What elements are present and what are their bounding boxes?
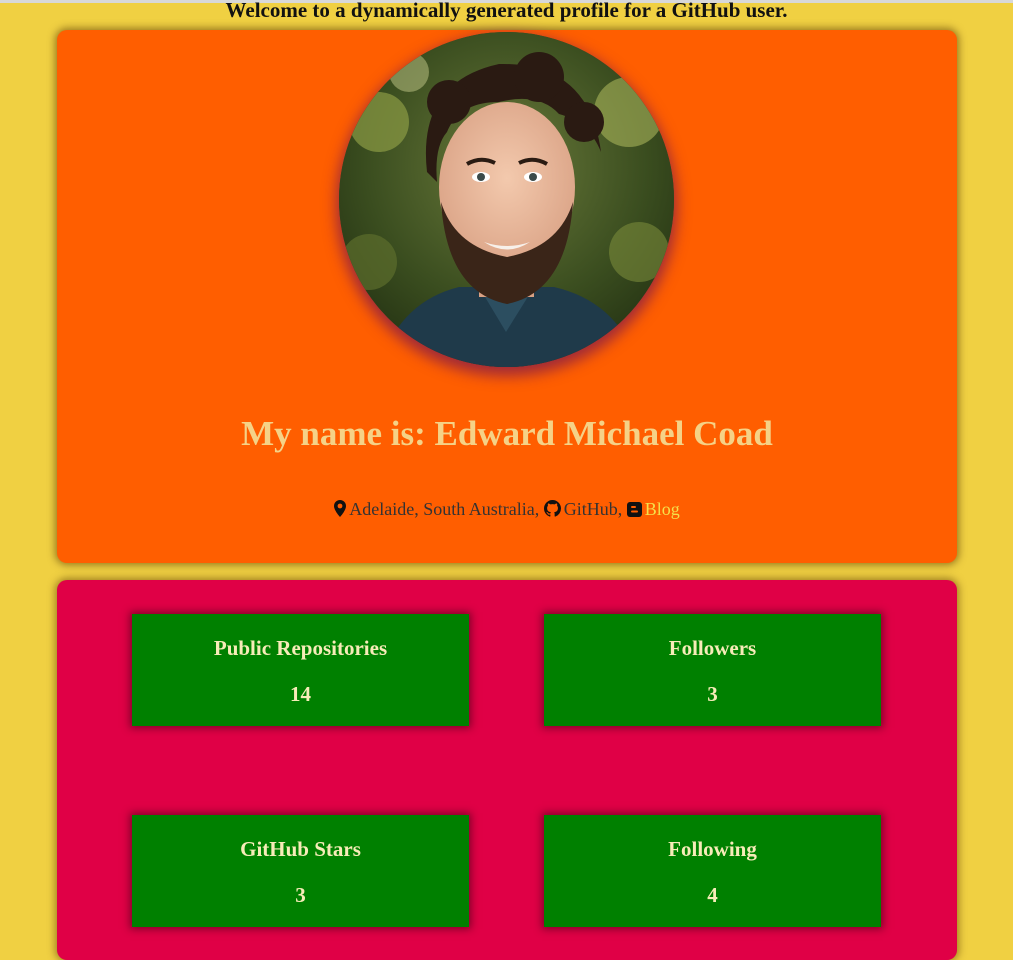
stat-label: Following <box>668 837 757 861</box>
location-text: Adelaide, South Australia, <box>349 499 540 519</box>
stat-label: Public Repositories <box>213 636 388 660</box>
name-heading: My name is: Edward Michael Coad <box>241 414 773 453</box>
avatar-image <box>339 32 674 367</box>
blog-link[interactable]: Blog <box>645 499 680 519</box>
blogger-icon <box>626 500 642 522</box>
stat-github-stars: GitHub Stars 3 <box>132 815 469 927</box>
profile-card: My name is: Edward Michael Coad Adelaide… <box>57 30 957 563</box>
stat-following: Following 4 <box>544 815 881 927</box>
github-link[interactable]: GitHub, <box>564 499 623 519</box>
stats-card: Public Repositories 14 Followers 3 GitHu… <box>57 580 957 960</box>
stat-value: 3 <box>707 682 718 706</box>
github-icon <box>543 500 561 522</box>
profile-links: Adelaide, South Australia, GitHub, Blog <box>57 498 957 522</box>
stat-label: GitHub Stars <box>240 837 361 861</box>
stat-value: 4 <box>707 883 718 907</box>
map-marker-icon <box>334 500 347 522</box>
stat-value: 14 <box>290 682 311 706</box>
stat-followers: Followers 3 <box>544 614 881 726</box>
welcome-message: Welcome to a dynamically generated profi… <box>225 0 788 22</box>
stat-value: 3 <box>295 883 306 907</box>
stat-public-repositories: Public Repositories 14 <box>132 614 469 726</box>
stat-label: Followers <box>668 636 757 660</box>
avatar <box>339 32 674 367</box>
